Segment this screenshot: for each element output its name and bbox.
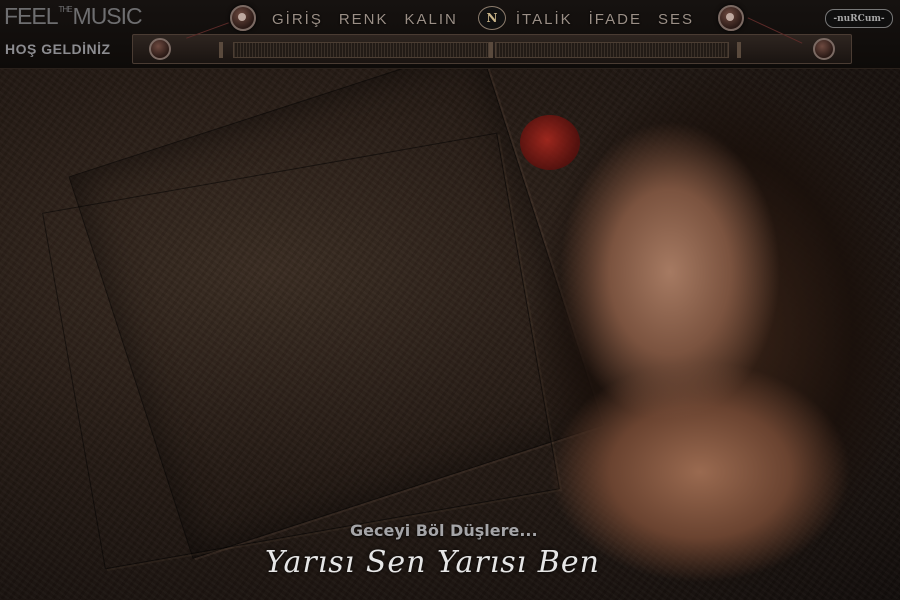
brand-logo: FEELTHEMUSIC [4, 3, 143, 30]
menu-item-kalin[interactable]: KALIN [405, 11, 458, 28]
menu-item-ifade[interactable]: İFADE [589, 11, 642, 28]
player-tick-right [737, 42, 741, 58]
rose-ornament [520, 115, 580, 170]
menu-item-italik[interactable]: İTALİK [516, 11, 573, 28]
tagline-text: Geceyi Böl Düşlere... [350, 521, 538, 540]
brand-music: MUSIC [72, 3, 143, 29]
volume-track[interactable] [495, 42, 729, 58]
progress-track[interactable] [233, 42, 489, 58]
player-left-knob-icon[interactable] [149, 38, 171, 60]
welcome-text: HOŞ GELDİNİZ [5, 41, 111, 57]
player-tick-left [219, 42, 223, 58]
brand-feel: FEEL [4, 3, 59, 29]
nurcum-logo: -nuRCum- [825, 9, 893, 28]
player-tick-middle [489, 42, 493, 58]
player-right-knob-icon[interactable] [813, 38, 835, 60]
menu-item-ses[interactable]: SES [658, 11, 694, 28]
brand-the: THE [58, 5, 73, 14]
menu-item-renk[interactable]: RENK [339, 11, 389, 28]
left-knob-icon[interactable] [230, 5, 256, 31]
n-badge-icon[interactable]: N [478, 6, 506, 30]
script-signature-text: Yarısı Sen Yarısı Ben [265, 545, 600, 580]
music-player-bar [132, 34, 852, 64]
menu-item-giris[interactable]: GİRİŞ [272, 11, 323, 28]
top-bar: FEELTHEMUSIC HOŞ GELDİNİZ GİRİŞ RENK KAL… [0, 0, 900, 69]
right-knob-icon[interactable] [718, 5, 744, 31]
